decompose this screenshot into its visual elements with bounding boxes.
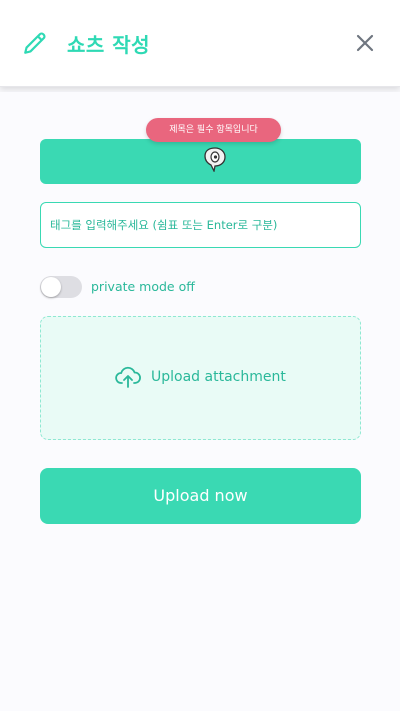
required-tooltip: 제목은 필수 항목입니다 (146, 118, 281, 142)
close-icon[interactable] (354, 32, 376, 54)
pencil-icon (24, 32, 46, 54)
cursor-icon (204, 147, 226, 172)
private-mode-toggle[interactable] (40, 276, 82, 298)
modal-header: 쇼츠 작성 (0, 0, 400, 87)
private-mode-label: private mode off (91, 279, 195, 294)
upload-attachment-dropzone[interactable]: Upload attachment (40, 316, 361, 440)
tag-input[interactable] (40, 202, 361, 248)
toggle-knob (41, 277, 61, 297)
upload-attachment-label: Upload attachment (151, 369, 286, 385)
upload-now-button[interactable]: Upload now (40, 468, 361, 524)
page-title: 쇼츠 작성 (67, 33, 151, 57)
cloud-upload-icon (115, 366, 141, 388)
